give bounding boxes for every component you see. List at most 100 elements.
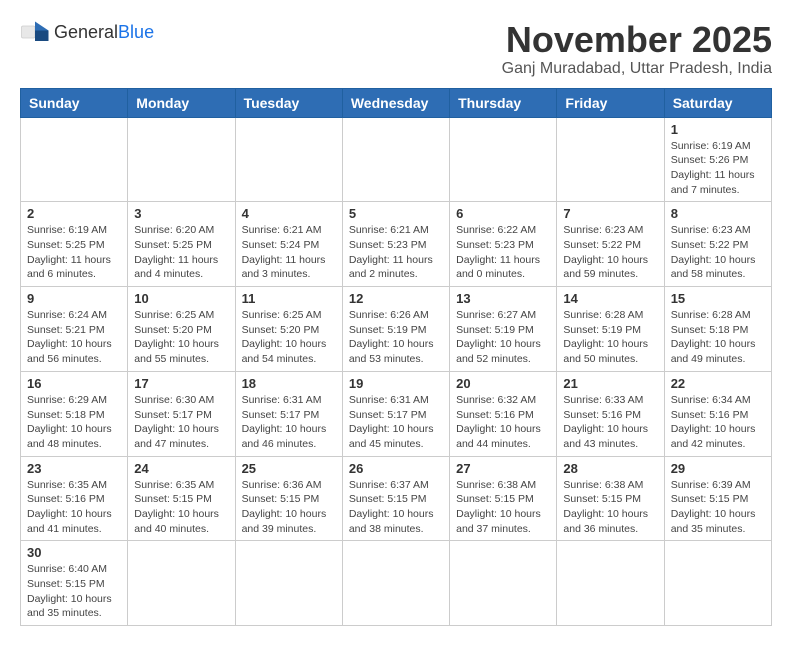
day-info: Sunrise: 6:34 AM Sunset: 5:16 PM Dayligh… xyxy=(671,393,765,452)
calendar-cell: 3 Sunrise: 6:20 AM Sunset: 5:25 PM Daylig… xyxy=(128,202,235,287)
col-header-saturday: Saturday xyxy=(664,88,771,117)
logo-icon xyxy=(20,20,50,44)
day-info: Sunrise: 6:39 AM Sunset: 5:15 PM Dayligh… xyxy=(671,478,765,537)
day-info: Sunrise: 6:20 AM Sunset: 5:25 PM Dayligh… xyxy=(134,223,228,282)
calendar-cell: 8Sunrise: 6:23 AM Sunset: 5:22 PM Daylig… xyxy=(664,202,771,287)
day-number: 26 xyxy=(349,461,443,476)
col-header-monday: Monday xyxy=(128,88,235,117)
calendar-cell xyxy=(557,117,664,202)
day-number: 22 xyxy=(671,376,765,391)
calendar-cell xyxy=(128,117,235,202)
day-number: 20 xyxy=(456,376,550,391)
day-info: Sunrise: 6:40 AM Sunset: 5:15 PM Dayligh… xyxy=(27,562,121,621)
day-number: 30 xyxy=(27,545,121,560)
day-info: Sunrise: 6:24 AM Sunset: 5:21 PM Dayligh… xyxy=(27,308,121,367)
day-info: Sunrise: 6:36 AM Sunset: 5:15 PM Dayligh… xyxy=(242,478,336,537)
day-info: Sunrise: 6:25 AM Sunset: 5:20 PM Dayligh… xyxy=(242,308,336,367)
calendar-cell: 28 Sunrise: 6:38 AM Sunset: 5:15 PM Dayli… xyxy=(557,456,664,541)
calendar-week-row: 1Sunrise: 6:19 AM Sunset: 5:26 PM Daylig… xyxy=(21,117,772,202)
day-info: Sunrise: 6:37 AM Sunset: 5:15 PM Dayligh… xyxy=(349,478,443,537)
day-number: 18 xyxy=(242,376,336,391)
day-info: Sunrise: 6:21 AM Sunset: 5:23 PM Dayligh… xyxy=(349,223,443,282)
calendar-cell: 6 Sunrise: 6:22 AM Sunset: 5:23 PM Daylig… xyxy=(450,202,557,287)
day-info: Sunrise: 6:33 AM Sunset: 5:16 PM Dayligh… xyxy=(563,393,657,452)
day-number: 5 xyxy=(349,206,443,221)
day-number: 19 xyxy=(349,376,443,391)
calendar-table: SundayMondayTuesdayWednesdayThursdayFrid… xyxy=(20,88,772,627)
day-info: Sunrise: 6:21 AM Sunset: 5:24 PM Dayligh… xyxy=(242,223,336,282)
logo: GeneralBlue xyxy=(20,20,154,44)
month-year-title: November 2025 xyxy=(502,20,772,60)
day-info: Sunrise: 6:22 AM Sunset: 5:23 PM Dayligh… xyxy=(456,223,550,282)
calendar-week-row: 9 Sunrise: 6:24 AM Sunset: 5:21 PM Daylig… xyxy=(21,287,772,372)
calendar-cell: 9 Sunrise: 6:24 AM Sunset: 5:21 PM Daylig… xyxy=(21,287,128,372)
calendar-cell: 24Sunrise: 6:35 AM Sunset: 5:15 PM Dayli… xyxy=(128,456,235,541)
col-header-friday: Friday xyxy=(557,88,664,117)
day-number: 25 xyxy=(242,461,336,476)
calendar-cell: 19 Sunrise: 6:31 AM Sunset: 5:17 PM Dayli… xyxy=(342,371,449,456)
day-number: 13 xyxy=(456,291,550,306)
day-number: 9 xyxy=(27,291,121,306)
calendar-cell: 21 Sunrise: 6:33 AM Sunset: 5:16 PM Dayli… xyxy=(557,371,664,456)
calendar-week-row: 2 Sunrise: 6:19 AM Sunset: 5:25 PM Daylig… xyxy=(21,202,772,287)
calendar-cell xyxy=(342,541,449,626)
col-header-thursday: Thursday xyxy=(450,88,557,117)
day-info: Sunrise: 6:35 AM Sunset: 5:16 PM Dayligh… xyxy=(27,478,121,537)
day-number: 6 xyxy=(456,206,550,221)
day-number: 10 xyxy=(134,291,228,306)
col-header-tuesday: Tuesday xyxy=(235,88,342,117)
day-number: 28 xyxy=(563,461,657,476)
day-info: Sunrise: 6:31 AM Sunset: 5:17 PM Dayligh… xyxy=(349,393,443,452)
day-number: 16 xyxy=(27,376,121,391)
day-number: 7 xyxy=(563,206,657,221)
calendar-cell: 11 Sunrise: 6:25 AM Sunset: 5:20 PM Dayli… xyxy=(235,287,342,372)
day-number: 14 xyxy=(563,291,657,306)
calendar-cell: 13Sunrise: 6:27 AM Sunset: 5:19 PM Dayli… xyxy=(450,287,557,372)
calendar-cell: 30 Sunrise: 6:40 AM Sunset: 5:15 PM Dayli… xyxy=(21,541,128,626)
calendar-cell: 1Sunrise: 6:19 AM Sunset: 5:26 PM Daylig… xyxy=(664,117,771,202)
day-info: Sunrise: 6:28 AM Sunset: 5:18 PM Dayligh… xyxy=(671,308,765,367)
calendar-cell: 25 Sunrise: 6:36 AM Sunset: 5:15 PM Dayli… xyxy=(235,456,342,541)
day-number: 29 xyxy=(671,461,765,476)
calendar-cell xyxy=(664,541,771,626)
calendar-cell xyxy=(21,117,128,202)
calendar-cell xyxy=(235,541,342,626)
day-info: Sunrise: 6:30 AM Sunset: 5:17 PM Dayligh… xyxy=(134,393,228,452)
day-info: Sunrise: 6:31 AM Sunset: 5:17 PM Dayligh… xyxy=(242,393,336,452)
calendar-cell xyxy=(342,117,449,202)
calendar-cell: 4Sunrise: 6:21 AM Sunset: 5:24 PM Daylig… xyxy=(235,202,342,287)
day-number: 2 xyxy=(27,206,121,221)
day-info: Sunrise: 6:32 AM Sunset: 5:16 PM Dayligh… xyxy=(456,393,550,452)
day-info: Sunrise: 6:25 AM Sunset: 5:20 PM Dayligh… xyxy=(134,308,228,367)
calendar-cell: 16Sunrise: 6:29 AM Sunset: 5:18 PM Dayli… xyxy=(21,371,128,456)
day-number: 27 xyxy=(456,461,550,476)
calendar-week-row: 23 Sunrise: 6:35 AM Sunset: 5:16 PM Dayli… xyxy=(21,456,772,541)
calendar-cell: 27Sunrise: 6:38 AM Sunset: 5:15 PM Dayli… xyxy=(450,456,557,541)
day-number: 3 xyxy=(134,206,228,221)
logo-text: GeneralBlue xyxy=(54,22,154,43)
day-number: 8 xyxy=(671,206,765,221)
calendar-cell: 10 Sunrise: 6:25 AM Sunset: 5:20 PM Dayli… xyxy=(128,287,235,372)
calendar-cell xyxy=(557,541,664,626)
calendar-cell xyxy=(128,541,235,626)
day-number: 23 xyxy=(27,461,121,476)
day-number: 11 xyxy=(242,291,336,306)
day-number: 24 xyxy=(134,461,228,476)
calendar-cell: 20 Sunrise: 6:32 AM Sunset: 5:16 PM Dayli… xyxy=(450,371,557,456)
header: GeneralBlue November 2025 Ganj Muradabad… xyxy=(20,20,772,78)
calendar-header-row: SundayMondayTuesdayWednesdayThursdayFrid… xyxy=(21,88,772,117)
calendar-cell: 29 Sunrise: 6:39 AM Sunset: 5:15 PM Dayli… xyxy=(664,456,771,541)
day-info: Sunrise: 6:38 AM Sunset: 5:15 PM Dayligh… xyxy=(563,478,657,537)
calendar-cell: 23 Sunrise: 6:35 AM Sunset: 5:16 PM Dayli… xyxy=(21,456,128,541)
day-info: Sunrise: 6:26 AM Sunset: 5:19 PM Dayligh… xyxy=(349,308,443,367)
calendar-cell: 15Sunrise: 6:28 AM Sunset: 5:18 PM Dayli… xyxy=(664,287,771,372)
calendar-cell xyxy=(450,541,557,626)
day-number: 21 xyxy=(563,376,657,391)
calendar-cell: 22 Sunrise: 6:34 AM Sunset: 5:16 PM Dayli… xyxy=(664,371,771,456)
location-subtitle: Ganj Muradabad, Uttar Pradesh, India xyxy=(502,60,772,78)
day-info: Sunrise: 6:23 AM Sunset: 5:22 PM Dayligh… xyxy=(563,223,657,282)
calendar-cell: 2 Sunrise: 6:19 AM Sunset: 5:25 PM Daylig… xyxy=(21,202,128,287)
calendar-cell: 14Sunrise: 6:28 AM Sunset: 5:19 PM Dayli… xyxy=(557,287,664,372)
calendar-cell: 12Sunrise: 6:26 AM Sunset: 5:19 PM Dayli… xyxy=(342,287,449,372)
day-info: Sunrise: 6:19 AM Sunset: 5:25 PM Dayligh… xyxy=(27,223,121,282)
